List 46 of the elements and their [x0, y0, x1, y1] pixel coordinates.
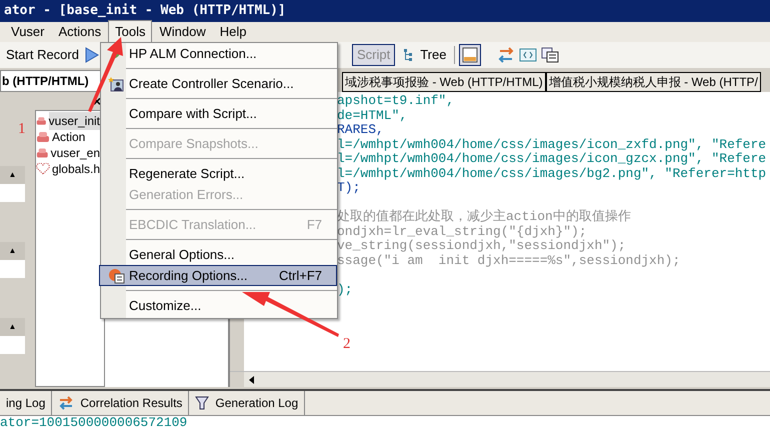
horizontal-scrollbar[interactable] [230, 371, 770, 387]
code-line: T); [337, 181, 362, 196]
code-line: l=/wmhpt/wmh004/home/css/images/icon_gzcx.png", "Refere [337, 152, 768, 166]
output-line: ator=1001500000006572109 [0, 416, 188, 429]
menu-item[interactable]: Regenerate Script... [99, 163, 337, 184]
file-item[interactable]: Action [52, 128, 90, 146]
code-line: ); [337, 282, 354, 297]
swap-arrows-icon [58, 396, 74, 410]
record-options-icon [108, 268, 124, 284]
bricks-icon [36, 147, 49, 159]
funnel-icon [195, 396, 210, 410]
pane-body [0, 260, 25, 278]
annotation-number: 2 [343, 335, 350, 354]
pane-body [0, 184, 25, 202]
pane-body [0, 336, 25, 354]
parameter-icon[interactable] [519, 47, 538, 63]
collapse-button[interactable]: ▲ [0, 318, 25, 336]
code-line: apshot=t9.inf", [337, 94, 456, 108]
code-line: de=HTML", [337, 108, 408, 123]
dotted-heart-icon [36, 163, 50, 175]
menu-item[interactable]: Actions [51, 20, 108, 44]
tree-view-button[interactable]: Tree [399, 45, 450, 65]
bricks-icon [36, 115, 47, 127]
person-star-icon [108, 76, 124, 92]
menu-item[interactable]: Window [152, 20, 213, 44]
code-line: RARES, [337, 123, 385, 138]
layout-button[interactable] [459, 44, 482, 66]
menu-item[interactable]: Customize... [99, 295, 337, 316]
collapse-button[interactable]: ▲ [0, 242, 25, 260]
window-title: ator - [base_init - Web (HTTP/HTML)] [4, 2, 286, 20]
script-tab[interactable]: 增值税小规模纳税人申报 - Web (HTTP/ [546, 72, 761, 92]
menu-item[interactable]: Recording Options... Ctrl+F7 [99, 265, 337, 286]
menu-item[interactable]: Tools [108, 20, 152, 44]
bricks-icon [36, 131, 50, 143]
start-record-button[interactable]: Start Record [4, 45, 81, 65]
swap-arrows-icon[interactable] [497, 47, 516, 63]
collapse-button[interactable]: ▲ [0, 166, 25, 184]
menu-item[interactable]: Help [212, 20, 254, 44]
script-tab[interactable]: 域涉税事项报验 - Web (HTTP/HTML) [342, 72, 546, 92]
scrollbar-corner [230, 372, 244, 387]
list-window-icon[interactable] [541, 47, 560, 63]
code-line: l=/wmhpt/wmh004/home/css/images/bg2.png", "Referer=http [337, 166, 768, 181]
menu-item[interactable]: General Options... [99, 244, 337, 265]
menu-item[interactable]: Vuser [4, 20, 52, 44]
code-line: l=/wmhpt/wmh004/home/css/images/icon_zxfd.png", "Refere [337, 138, 768, 152]
annotation-number: 1 [18, 120, 26, 139]
